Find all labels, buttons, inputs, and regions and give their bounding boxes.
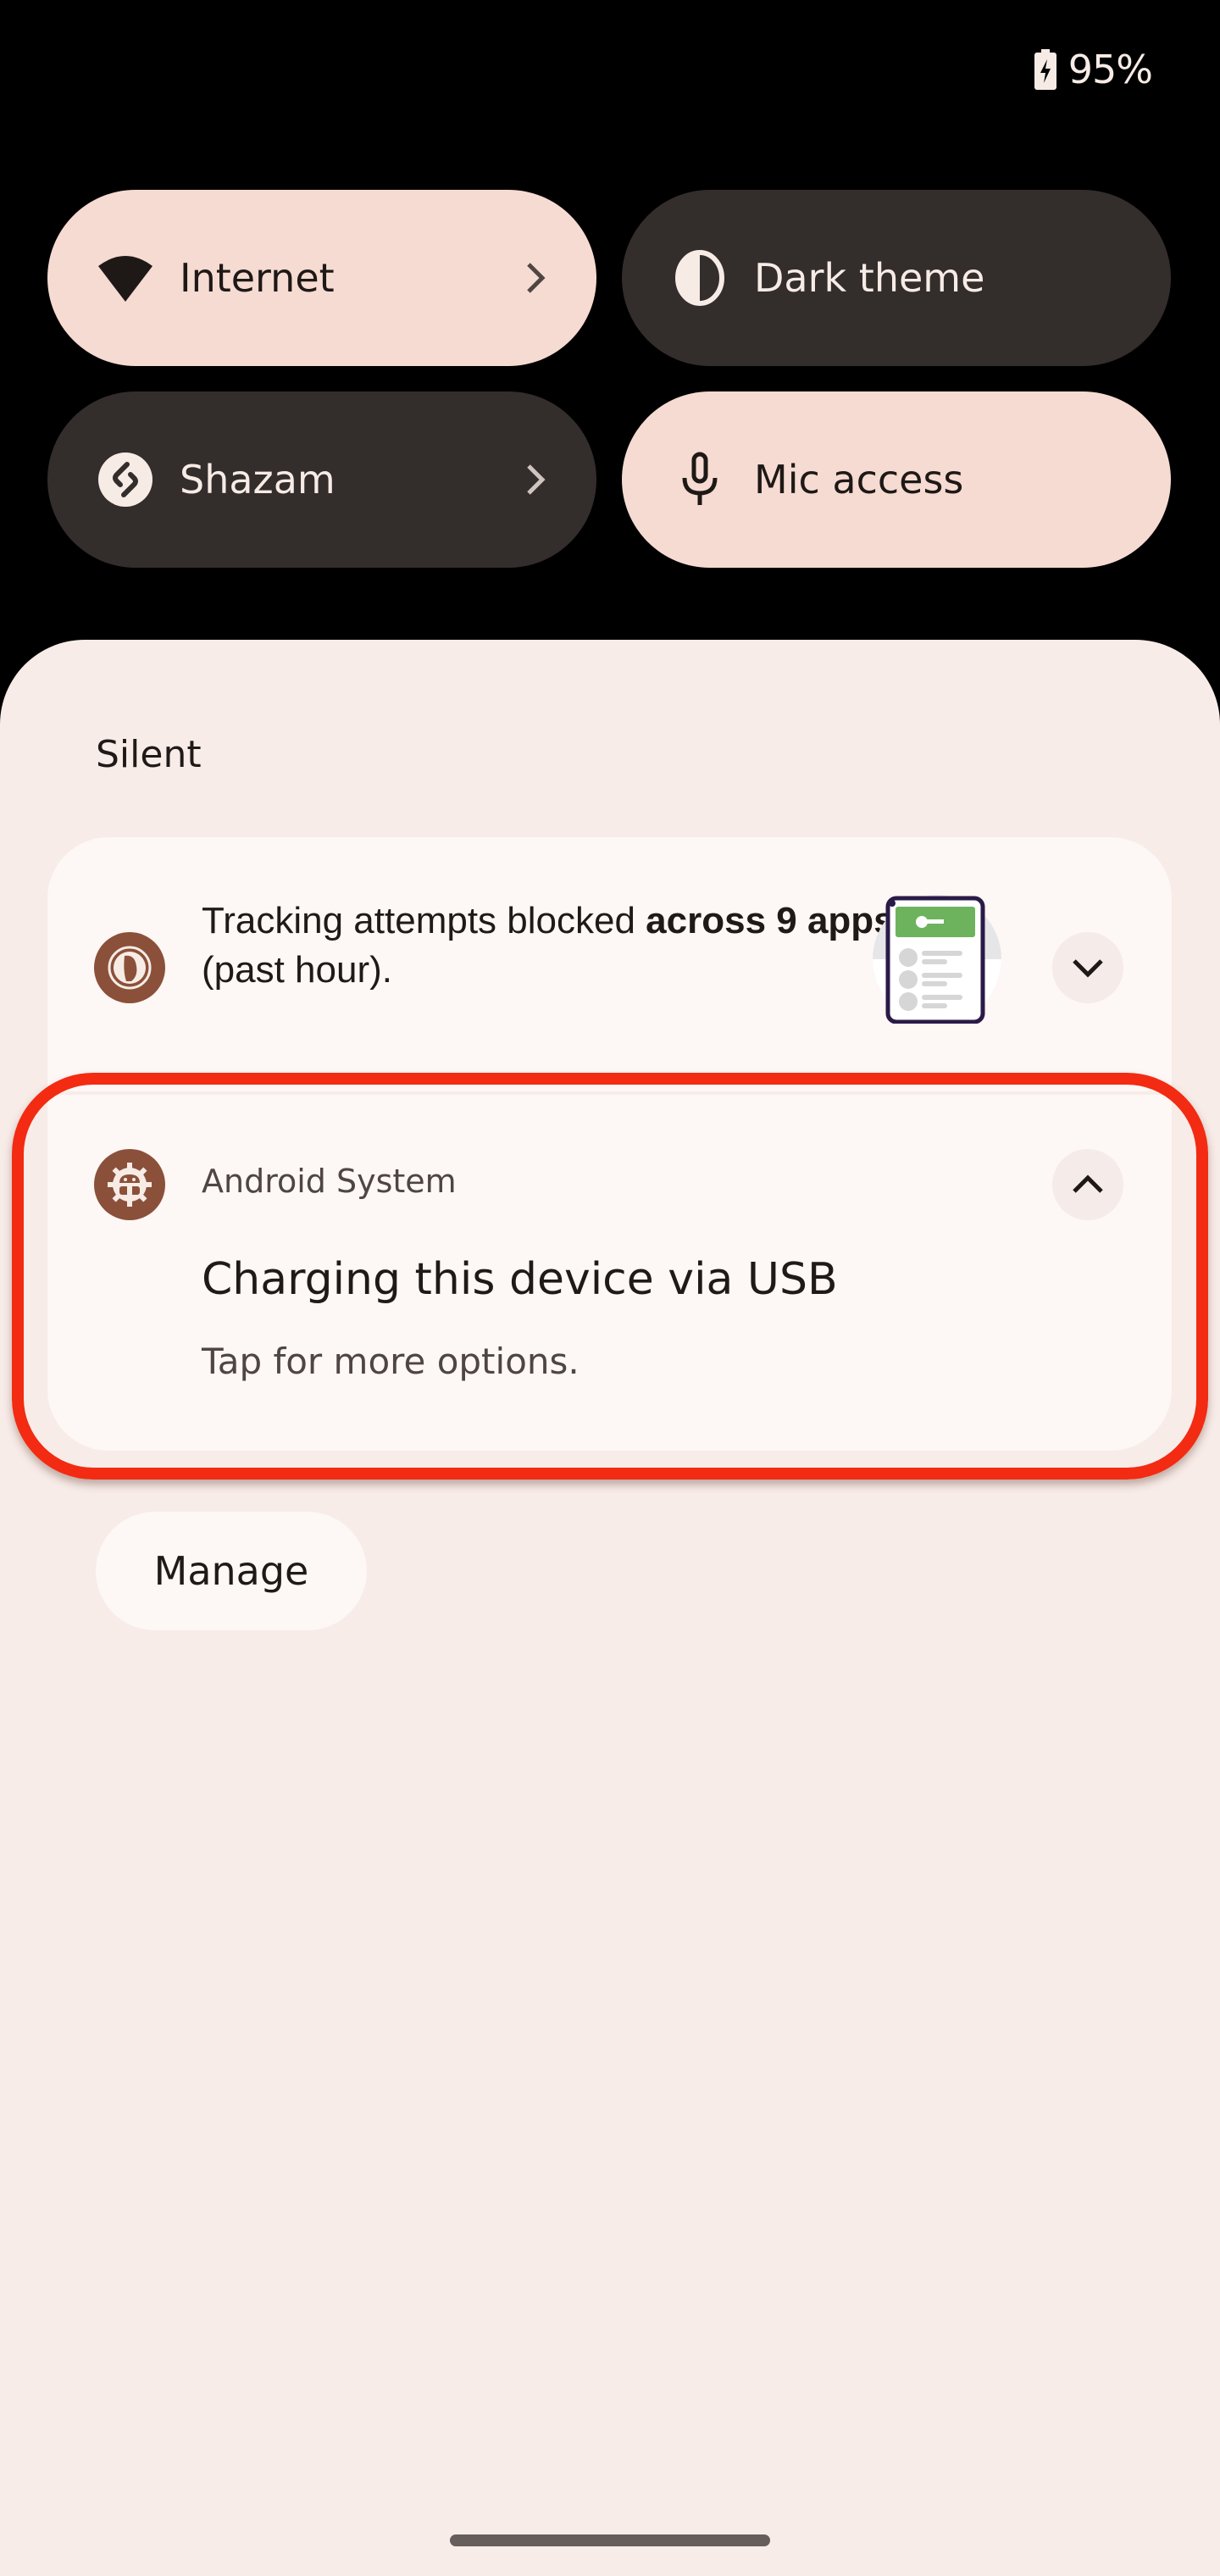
shazam-icon xyxy=(95,449,156,510)
notification-body: Tap for more options. xyxy=(202,1341,580,1382)
chevron-down-icon xyxy=(1073,959,1103,978)
chevron-up-icon xyxy=(1073,1174,1103,1193)
battery-charging-icon xyxy=(1034,49,1056,90)
tile-label: Dark theme xyxy=(754,255,985,301)
expand-button[interactable] xyxy=(1052,932,1123,1003)
app-name: Android System xyxy=(202,1163,457,1200)
tile-dark-theme[interactable]: Dark theme xyxy=(622,190,1171,366)
status-bar: 95% xyxy=(1034,44,1153,95)
notification-title: Charging this device via USB xyxy=(202,1254,838,1305)
tile-mic-access[interactable]: Mic access xyxy=(622,391,1171,568)
tile-shazam[interactable]: Shazam xyxy=(47,391,596,568)
android-system-icon xyxy=(94,1149,165,1220)
microphone-icon xyxy=(669,449,730,510)
manage-button[interactable]: Manage xyxy=(96,1512,367,1630)
wifi-icon xyxy=(95,247,156,308)
chevron-right-icon[interactable] xyxy=(518,459,552,500)
notification-text: Tracking attempts blocked across 9 apps … xyxy=(202,897,930,995)
notification-tracking[interactable]: Tracking attempts blocked across 9 apps … xyxy=(47,837,1172,1091)
chevron-right-icon[interactable] xyxy=(518,258,552,298)
tile-label: Internet xyxy=(180,255,335,301)
notification-usb-charging[interactable]: Android System Charging this device via … xyxy=(47,1095,1172,1451)
battery-percent: 95% xyxy=(1068,47,1153,92)
tile-internet[interactable]: Internet xyxy=(47,190,596,366)
duckduckgo-icon xyxy=(94,932,165,1003)
section-title-silent: Silent xyxy=(96,733,202,776)
app-tracking-illustration xyxy=(869,888,1005,1024)
contrast-icon xyxy=(669,247,730,308)
text-suffix: (past hour). xyxy=(202,949,392,991)
text-prefix: Tracking attempts blocked xyxy=(202,900,646,941)
text-bold: across 9 apps xyxy=(646,900,895,941)
collapse-button[interactable] xyxy=(1052,1149,1123,1220)
tile-label: Mic access xyxy=(754,457,964,502)
tile-label: Shazam xyxy=(180,457,336,502)
gesture-handle[interactable] xyxy=(450,2534,770,2546)
